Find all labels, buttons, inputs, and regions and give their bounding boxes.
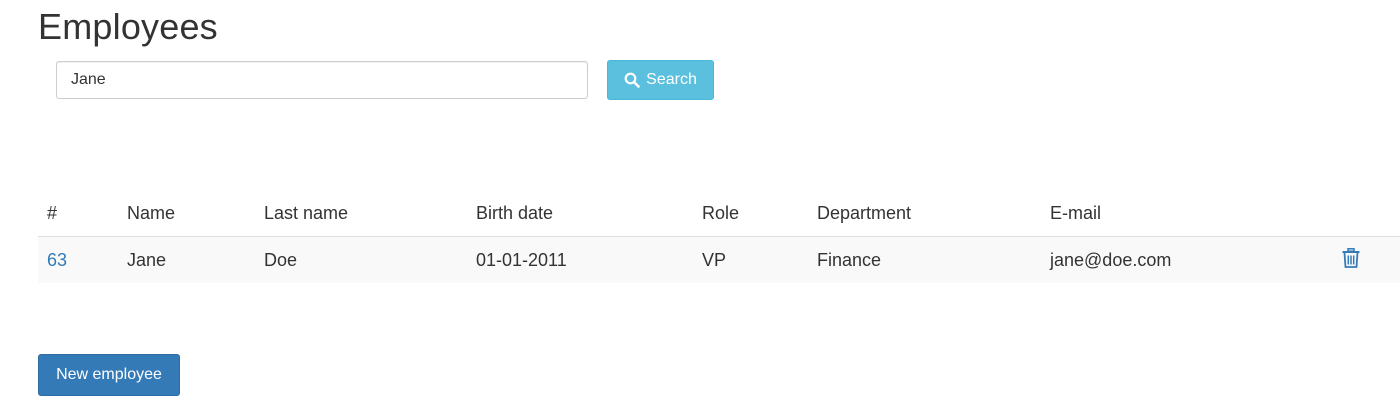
table-row: 63 Jane Doe 01-01-2011 VP Finance jane@d… [38,236,1400,284]
column-header-actions [1333,190,1400,237]
cell-birth-date: 01-01-2011 [476,249,567,270]
search-button[interactable]: Search [607,60,714,100]
column-header-department: Department [808,190,1041,237]
column-header-id: # [38,190,118,237]
cell-name: Jane [127,249,167,270]
table-header-row: # Name Last name Birth date Role Departm… [38,190,1400,237]
search-icon [624,72,640,88]
employees-table: # Name Last name Birth date Role Departm… [38,190,1400,283]
cell-id: 63 [38,237,118,284]
cell-last-name: Doe [264,249,298,270]
column-header-last-name: Last name [255,190,467,237]
search-button-label: Search [646,71,697,88]
column-header-name: Name [118,190,255,237]
search-input[interactable] [56,61,588,99]
cell-role: VP [702,249,727,270]
cell-email: jane@doe.com [1050,249,1172,270]
column-header-email: E-mail [1041,190,1333,237]
page-title: Employees [38,6,218,47]
employee-id-link[interactable]: 63 [47,250,67,270]
column-header-birth-date: Birth date [467,190,693,237]
cell-department: Finance [817,249,882,270]
trash-icon[interactable] [1342,247,1360,273]
column-header-role: Role [693,190,808,237]
cell-actions [1333,237,1400,284]
new-employee-button[interactable]: New employee [38,354,180,396]
